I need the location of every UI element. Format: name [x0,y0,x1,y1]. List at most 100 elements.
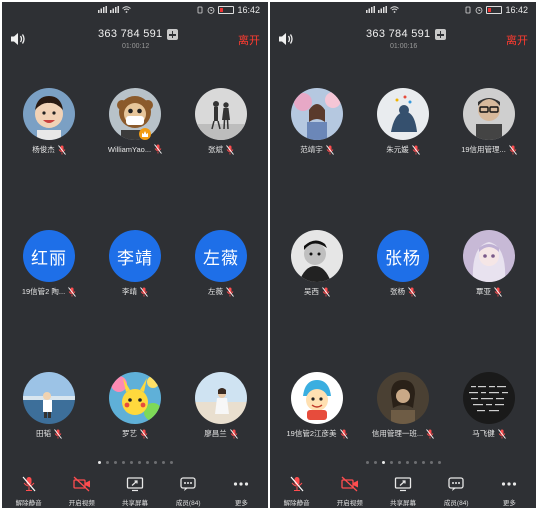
add-meeting-icon[interactable] [435,29,446,40]
participant-name-row: 罗艺 [91,428,179,439]
more-button[interactable]: 更多 [483,470,536,508]
avatar [377,372,429,424]
status-time: 16:42 [505,5,528,15]
mic-muted-icon [68,286,77,297]
wifi-icon [122,6,131,13]
participant-tile[interactable]: 李靖 李靖 [91,230,179,310]
members-button[interactable]: 成员(84) [162,470,215,508]
signal-indicators [366,6,399,13]
mic-muted-icon [325,144,334,155]
participant-name: 左薇 [208,287,223,296]
participant-tile[interactable]: 红丽 19信管2 陶... [5,230,93,310]
page-dot[interactable] [161,461,165,464]
wifi-icon [390,6,399,13]
page-dot[interactable] [169,461,173,464]
meeting-screen-right: 16:42 363 784 591 01:00:16 离开 范靖宇 朱元媛 19… [270,2,536,508]
avatar [109,88,161,140]
page-dot[interactable] [153,461,157,464]
speaker-icon[interactable] [10,32,26,46]
leave-button[interactable]: 离开 [238,32,260,48]
meeting-toolbar: 解除静音 开启视频 共享屏幕 成员(84) 更多 [270,470,536,508]
page-dot[interactable] [121,461,125,464]
share-label: 共享屏幕 [390,500,416,507]
page-dot[interactable] [145,461,149,464]
participant-name-row: 吴西 [273,286,361,297]
share-screen-icon [394,477,412,492]
meeting-header: 363 784 591 01:00:12 离开 [2,22,268,54]
participant-tile[interactable]: 罗艺 [91,372,179,452]
unmute-button[interactable]: 解除静音 [270,470,323,508]
avatar [463,372,515,424]
page-dot[interactable] [113,461,117,464]
participant-name: 马飞健 [472,429,495,438]
participant-tile[interactable]: 张杨 张杨 [359,230,447,310]
participant-name: WilliamYao... [107,144,152,154]
more-button[interactable]: 更多 [215,470,268,508]
participant-tile[interactable]: 廖昌兰 [177,372,265,452]
participant-tile[interactable]: 张斌 [177,88,265,168]
participant-tile[interactable]: 杨俊杰 [5,88,93,168]
vibrate-icon [198,6,203,14]
page-dot[interactable] [429,461,433,464]
page-dot[interactable] [97,461,101,464]
leave-button[interactable]: 离开 [506,32,528,48]
add-meeting-icon[interactable] [167,29,178,40]
members-label: 成员(84) [443,500,469,507]
page-dot[interactable] [105,461,109,464]
avatar-initials: 左薇 [195,230,247,282]
page-dot[interactable] [389,461,393,464]
participant-name: 罗艺 [122,429,137,438]
more-icon [234,482,249,486]
participant-tile[interactable]: 朱元媛 [359,88,447,168]
page-dot[interactable] [381,461,385,464]
page-dot[interactable] [137,461,141,464]
page-dot[interactable] [397,461,401,464]
speaker-icon[interactable] [278,32,294,46]
participant-tile[interactable]: 吴西 [273,230,361,310]
mic-muted-icon [426,428,434,439]
participant-name-row: 19信管2江彦美 [273,428,361,439]
participant-name: 田韬 [36,429,51,438]
mic-muted-icon [140,428,148,439]
participant-name-row: 张斌 [177,144,265,155]
unmute-button[interactable]: 解除静音 [2,470,55,508]
participant-tile[interactable]: WilliamYao... [91,88,179,168]
mic-muted-icon [497,428,506,439]
video-label: 开启视频 [336,500,363,507]
participant-tile[interactable]: 范靖宇 [273,88,361,168]
participant-name-row: 田韬 [5,428,93,439]
participant-tile[interactable]: 覃亚 [445,230,533,310]
page-dot[interactable] [413,461,417,464]
page-indicator[interactable] [270,461,536,464]
status-bar: 16:42 [2,4,268,20]
participant-tile[interactable]: 信用管理一班... [359,372,447,452]
page-indicator[interactable] [2,461,268,464]
participant-tile[interactable]: 左薇 左薇 [177,230,265,310]
vibrate-icon [466,6,471,14]
participant-tile[interactable]: 19信用管理... [445,88,533,168]
signal-icon [110,6,119,13]
participant-name: 杨俊杰 [32,145,55,154]
members-label: 成员(84) [175,500,201,507]
share-screen-button[interactable]: 共享屏幕 [108,470,161,508]
participant-tile[interactable]: 19信管2江彦美 [273,372,361,452]
mic-muted-icon [408,286,416,297]
page-dot[interactable] [437,461,441,464]
participant-tile[interactable]: 马飞健 [445,372,533,452]
members-button[interactable]: 成员(84) [430,470,483,508]
page-dot[interactable] [421,461,425,464]
share-label: 共享屏幕 [122,500,148,507]
start-video-button[interactable]: 开启视频 [323,470,376,508]
page-dot[interactable] [405,461,409,464]
start-video-button[interactable]: 开启视频 [55,470,108,508]
participant-name: 19信用管理... [461,145,506,154]
participant-tile[interactable]: 田韬 [5,372,93,452]
page-dot[interactable] [373,461,377,464]
mic-muted-icon [322,286,330,297]
participant-name: 19信管2 陶... [21,287,66,296]
page-dot[interactable] [365,461,369,464]
share-screen-button[interactable]: 共享屏幕 [376,470,429,508]
participant-name-row: 左薇 [177,286,265,297]
more-label: 更多 [502,500,516,507]
page-dot[interactable] [129,461,133,464]
